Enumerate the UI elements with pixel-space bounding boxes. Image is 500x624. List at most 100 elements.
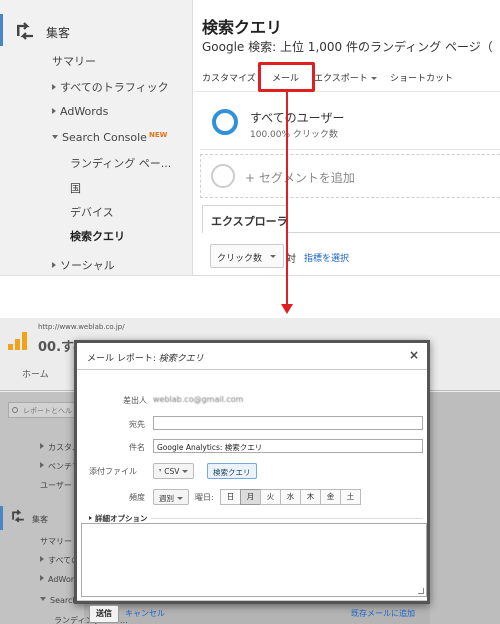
top-screenshot: 集客 サマリー すべてのトラフィック AdWords Search Consol… xyxy=(0,0,500,276)
sidebar-item-users[interactable]: ユーザー xyxy=(40,480,72,491)
expand-right-icon xyxy=(52,262,56,268)
expand-right-icon xyxy=(52,108,56,114)
arrow-line xyxy=(286,92,288,306)
weekday-label: 曜日: xyxy=(195,493,214,502)
resize-handle[interactable] xyxy=(418,588,424,594)
select-metric-link[interactable]: 指標を選択 xyxy=(304,251,349,264)
segment-percent: 100.00% クリック数 xyxy=(250,130,338,140)
day-wednesday[interactable]: 水 xyxy=(280,489,301,505)
chevron-down-icon xyxy=(182,470,189,473)
from-value: weblab.co@gmail.com xyxy=(153,395,244,404)
metric-select[interactable]: クリック数 xyxy=(210,244,284,268)
frequency-select[interactable]: 週別 xyxy=(153,489,189,505)
expand-down-icon xyxy=(52,135,58,139)
arrow-down-icon xyxy=(281,304,293,314)
tab-explorer[interactable]: エクスプローラ xyxy=(202,205,288,233)
subject-field[interactable]: Google Analytics: 検索クエリ xyxy=(153,439,423,453)
sidebar-item-adwords[interactable]: AdWords xyxy=(52,105,108,118)
add-to-existing-email-link[interactable]: 既存メールに追加 xyxy=(351,608,415,619)
sidebar-item-label: ユーザー xyxy=(40,481,72,490)
expand-right-icon xyxy=(40,443,44,449)
message-body-textarea[interactable] xyxy=(81,523,427,597)
sidebar-item-country[interactable]: 国 xyxy=(70,180,81,196)
attachment-report-button[interactable]: 検索クエリ xyxy=(207,463,257,479)
expand-right-icon xyxy=(52,84,56,90)
export-button[interactable]: エクスポート xyxy=(314,71,377,84)
sidebar-item-search-queries[interactable]: 検索クエリ xyxy=(70,228,125,244)
new-badge: NEW xyxy=(148,131,168,139)
sidebar-item-all-traffic[interactable]: すべてのトラフィック xyxy=(52,79,169,95)
page-title: 検索クエリ xyxy=(202,18,283,37)
metric-select-value: クリック数 xyxy=(217,254,263,264)
day-monday[interactable]: 月 xyxy=(240,489,261,505)
chevron-down-icon xyxy=(370,77,377,80)
sidebar-item-landing-pages[interactable]: ランディング ペー... xyxy=(70,155,171,171)
attachment-label: 添付ファイル xyxy=(89,467,137,476)
sidebar-category-acquisition[interactable]: 集客 xyxy=(32,514,48,525)
to-label: 宛先 xyxy=(129,420,145,429)
dialog-report-name: 検索クエリ xyxy=(158,354,204,364)
sidebar-item-devices[interactable]: デバイス xyxy=(70,204,114,220)
sidebar-item-label: AdWords xyxy=(60,105,109,118)
attachment-format-select[interactable]: ❜ CSV xyxy=(153,463,195,479)
send-button[interactable]: 送信 xyxy=(89,605,119,623)
tab-home[interactable]: ホーム xyxy=(22,367,49,380)
add-segment-button[interactable]: + セグメントを追加 xyxy=(200,154,500,198)
sidebar-item-social[interactable]: ソーシャル xyxy=(52,257,115,273)
advanced-options-label: 詳細オプション xyxy=(95,514,148,523)
sidebar-item-summary[interactable]: サマリー xyxy=(52,53,96,69)
active-category-indicator xyxy=(0,14,3,46)
segment-ring-icon xyxy=(212,109,238,135)
expand-right-icon xyxy=(89,516,92,520)
dialog-header-divider xyxy=(77,369,427,370)
dialog-footer-divider xyxy=(77,600,427,601)
acquisition-icon xyxy=(12,509,24,523)
expand-right-icon xyxy=(40,575,44,581)
day-thursday[interactable]: 木 xyxy=(300,489,321,505)
sidebar-item-search-console[interactable]: Search Console NEW xyxy=(52,131,167,144)
cancel-link[interactable]: キャンセル xyxy=(125,608,165,619)
sidebar-item-label: ソーシャル xyxy=(60,259,115,272)
active-category-indicator xyxy=(0,506,3,530)
frequency-value: 週別 xyxy=(159,494,174,503)
email-report-dialog: メール レポート: 検索クエリ × 差出人 weblab.co@gmail.co… xyxy=(74,340,430,623)
sidebar-item-summary[interactable]: サマリー xyxy=(40,536,72,547)
sidebar-item-label: ランディング ペー... xyxy=(70,157,172,170)
sidebar-item-search-console[interactable]: Search xyxy=(40,596,77,605)
segment-name: すべてのユーザー xyxy=(250,111,345,125)
segment-card[interactable]: すべてのユーザー 100.00% クリック数 xyxy=(200,100,500,150)
sidebar-item-label: デバイス xyxy=(70,206,114,219)
sidebar: 集客 サマリー すべてのトラフィック AdWords Search Consol… xyxy=(0,0,193,275)
shortcut-button[interactable]: ショートカット xyxy=(390,71,453,84)
sidebar-item-label: 検索クエリ xyxy=(70,230,125,243)
sidebar-category-acquisition[interactable]: 集客 xyxy=(46,24,70,41)
bottom-screenshot: http://www.weblab.co.jp/ 00.すべ ホーム レポートと… xyxy=(0,318,500,624)
report-toolbar: カスタマイズ メール エクスポート ショートカット xyxy=(194,62,500,92)
chevron-down-icon xyxy=(270,255,276,258)
tab-divider xyxy=(288,232,500,233)
expand-right-icon xyxy=(40,462,44,468)
expand-right-icon xyxy=(40,556,44,562)
customize-button[interactable]: カスタマイズ xyxy=(202,71,256,84)
acquisition-icon xyxy=(17,22,33,40)
analytics-logo-icon xyxy=(8,332,30,350)
sidebar-item-label: すべてのトラフィック xyxy=(60,81,169,94)
expand-down-icon xyxy=(40,597,46,601)
export-label: エクスポート xyxy=(314,74,368,84)
subject-label: 件名 xyxy=(129,443,145,452)
day-tuesday[interactable]: 火 xyxy=(260,489,281,505)
frequency-label: 頻度 xyxy=(129,493,145,502)
report-search-input[interactable]: レポートとヘル xyxy=(8,402,76,418)
dialog-title: メール レポート: 検索クエリ xyxy=(87,351,204,364)
empty-segment-ring-icon xyxy=(211,164,235,188)
day-sunday[interactable]: 日 xyxy=(220,489,241,505)
from-label: 差出人 xyxy=(123,396,147,405)
to-field[interactable] xyxy=(153,416,423,430)
paperclip-icon: ❜ xyxy=(159,468,162,476)
property-url: http://www.weblab.co.jp/ xyxy=(38,323,125,331)
close-icon[interactable]: × xyxy=(409,348,419,362)
report-main: 検索クエリ Google 検索: 上位 1,000 件のランディング ページ（ … xyxy=(194,0,500,275)
dimmed-content xyxy=(430,392,500,624)
day-saturday[interactable]: 土 xyxy=(340,489,361,505)
day-friday[interactable]: 金 xyxy=(320,489,341,505)
